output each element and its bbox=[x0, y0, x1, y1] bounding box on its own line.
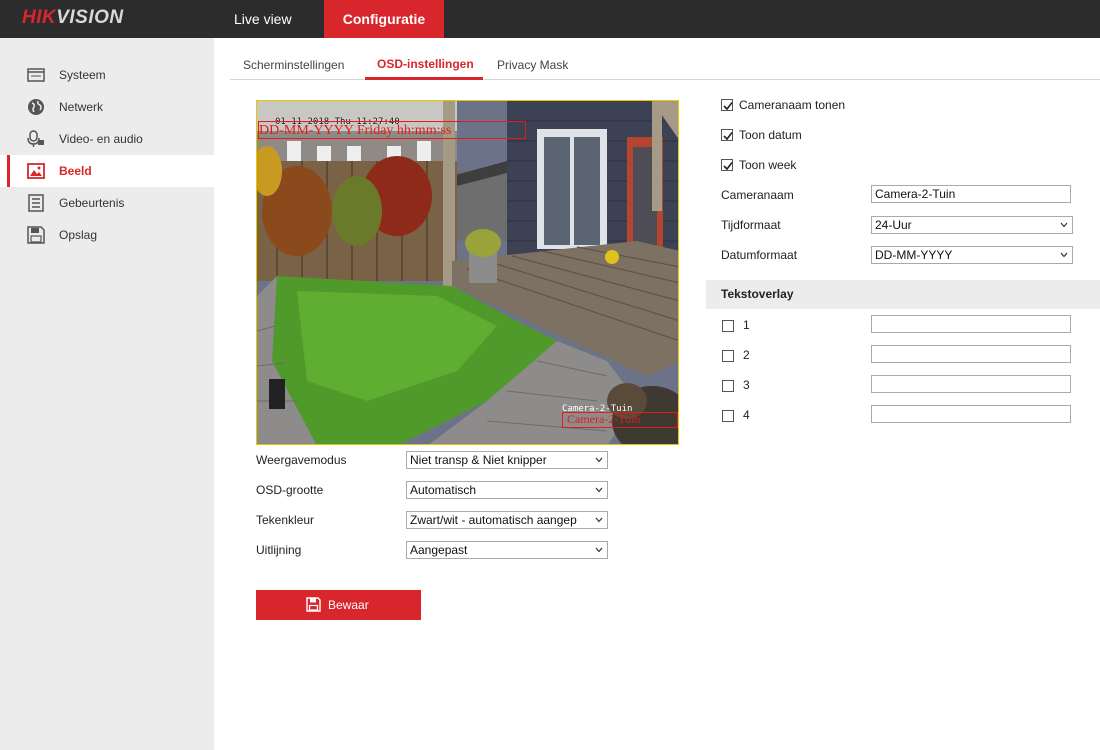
sidebar-item-systeem[interactable]: Systeem bbox=[0, 59, 214, 91]
datumformaat-select[interactable]: DD-MM-YYYY bbox=[871, 246, 1073, 264]
sidebar-item-opslag[interactable]: Opslag bbox=[0, 219, 214, 251]
image-icon bbox=[27, 163, 45, 179]
chevron-down-icon bbox=[595, 487, 603, 493]
select-value: Niet transp & Niet knipper bbox=[410, 453, 547, 467]
cameranaam-input[interactable]: Camera-2-Tuin bbox=[871, 185, 1071, 203]
disk-icon bbox=[27, 226, 45, 244]
tab-live-view[interactable]: Live view bbox=[217, 0, 309, 38]
tab-osd-instellingen[interactable]: OSD-instellingen bbox=[377, 57, 474, 71]
tijdformaat-select[interactable]: 24-Uur bbox=[871, 216, 1073, 234]
osd-date-format: DD-MM-YYYY Friday hh:mm:ss bbox=[259, 123, 452, 138]
tekenkleur-label: Tekenkleur bbox=[256, 513, 315, 527]
uitlijning-select[interactable]: Aangepast bbox=[406, 541, 608, 559]
tab-privacy-mask[interactable]: Privacy Mask bbox=[497, 58, 568, 72]
datumformaat-label: Datumformaat bbox=[721, 248, 798, 262]
camera-scene bbox=[257, 101, 678, 444]
osd-camera-name-red: Camera-2-Tuin bbox=[567, 412, 641, 426]
overlay-4-label: 4 bbox=[743, 408, 750, 422]
toon-datum-checkbox[interactable] bbox=[721, 129, 733, 141]
tijdformaat-label: Tijdformaat bbox=[721, 218, 781, 232]
sidebar-item-gebeurtenis[interactable]: Gebeurtenis bbox=[0, 187, 214, 219]
tekstoverlay-heading: Tekstoverlay bbox=[706, 280, 1100, 309]
chevron-down-icon bbox=[595, 457, 603, 463]
sidebar-item-label: Opslag bbox=[59, 228, 98, 242]
overlay-2-label: 2 bbox=[743, 348, 750, 362]
overlay-1-checkbox[interactable] bbox=[722, 320, 734, 332]
overlay-2-checkbox[interactable] bbox=[722, 350, 734, 362]
sidebar-item-beeld[interactable]: Beeld bbox=[0, 155, 214, 187]
sidebar: Systeem Netwerk Video- en audio Beeld Ge… bbox=[0, 38, 214, 750]
chevron-down-icon bbox=[1060, 252, 1068, 258]
overlay-4-checkbox[interactable] bbox=[722, 410, 734, 422]
tab-configuratie[interactable]: Configuratie bbox=[324, 0, 444, 38]
tekenkleur-select[interactable]: Zwart/wit - automatisch aangep bbox=[406, 511, 608, 529]
sidebar-item-label: Netwerk bbox=[59, 100, 104, 114]
overlay-2-input[interactable] bbox=[871, 345, 1071, 363]
osd-grootte-label: OSD-grootte bbox=[256, 483, 324, 497]
select-value: Aangepast bbox=[410, 543, 468, 557]
chevron-down-icon bbox=[595, 517, 603, 523]
hikvision-logo: HIKVISION bbox=[22, 7, 124, 28]
globe-icon bbox=[28, 99, 44, 115]
overlay-1-input[interactable] bbox=[871, 315, 1071, 333]
sidebar-item-label: Gebeurtenis bbox=[59, 196, 125, 210]
monitor-icon bbox=[27, 68, 45, 82]
checkmark-icon bbox=[723, 162, 733, 171]
sidebar-item-video-audio[interactable]: Video- en audio bbox=[0, 123, 214, 155]
top-bar: HIKVISION Live view Configuratie bbox=[0, 0, 1100, 38]
select-value: DD-MM-YYYY bbox=[875, 248, 953, 262]
active-tab-indicator bbox=[365, 77, 483, 80]
overlay-3-input[interactable] bbox=[871, 375, 1071, 393]
select-value: Automatisch bbox=[410, 483, 477, 497]
save-button-label: Bewaar bbox=[328, 598, 369, 612]
checkmark-icon bbox=[723, 132, 733, 141]
osd-grootte-select[interactable]: Automatisch bbox=[406, 481, 608, 499]
overlay-3-checkbox[interactable] bbox=[722, 380, 734, 392]
sidebar-item-label: Video- en audio bbox=[59, 132, 143, 146]
cameranaam-tonen-label: Cameranaam tonen bbox=[739, 98, 846, 112]
select-value: 24-Uur bbox=[875, 218, 912, 232]
cameranaam-tonen-checkbox[interactable] bbox=[721, 99, 733, 111]
list-icon bbox=[28, 194, 44, 212]
sub-tabs: Scherminstellingen OSD-instellingen Priv… bbox=[230, 48, 1100, 80]
overlay-4-input[interactable] bbox=[871, 405, 1071, 423]
save-button[interactable]: Bewaar bbox=[256, 590, 421, 620]
toon-week-checkbox[interactable] bbox=[721, 159, 733, 171]
toon-datum-label: Toon datum bbox=[739, 128, 802, 142]
overlay-1-label: 1 bbox=[743, 318, 750, 332]
cameranaam-label: Cameranaam bbox=[721, 188, 794, 202]
checkmark-icon bbox=[723, 102, 733, 111]
chevron-down-icon bbox=[595, 547, 603, 553]
sidebar-item-label: Beeld bbox=[59, 164, 92, 178]
overlay-3-label: 3 bbox=[743, 378, 750, 392]
toon-week-label: Toon week bbox=[739, 158, 797, 172]
sidebar-item-netwerk[interactable]: Netwerk bbox=[0, 91, 214, 123]
microphone-icon bbox=[27, 130, 44, 147]
select-value: Zwart/wit - automatisch aangep bbox=[410, 513, 577, 527]
weergavemodus-select[interactable]: Niet transp & Niet knipper bbox=[406, 451, 608, 469]
chevron-down-icon bbox=[1060, 222, 1068, 228]
tab-scherminstellingen[interactable]: Scherminstellingen bbox=[243, 58, 344, 72]
weergavemodus-label: Weergavemodus bbox=[256, 453, 347, 467]
sidebar-item-label: Systeem bbox=[59, 68, 106, 82]
uitlijning-label: Uitlijning bbox=[256, 543, 302, 557]
save-icon bbox=[306, 597, 321, 612]
camera-preview[interactable]: 01-11-2018 Thu 11:27:40 DD-MM-YYYY Frida… bbox=[256, 100, 679, 445]
